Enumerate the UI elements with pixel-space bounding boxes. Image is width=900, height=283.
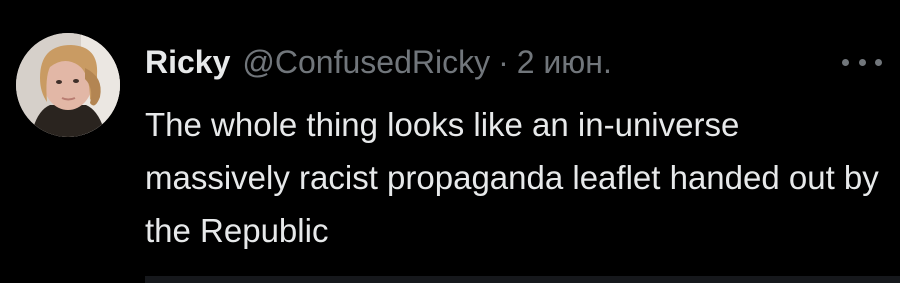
tweet-header: Ricky @ConfusedRicky · 2 июн. <box>145 40 612 84</box>
tweet-card[interactable]: Ricky @ConfusedRicky · 2 июн. The whole … <box>0 0 900 283</box>
tweet-text: The whole thing looks like an in-univers… <box>145 106 879 249</box>
separator-dot: · <box>498 43 509 80</box>
content-divider <box>145 276 900 283</box>
dot-icon <box>875 58 882 66</box>
avatar[interactable] <box>16 33 120 137</box>
display-name[interactable]: Ricky <box>145 44 230 81</box>
user-handle[interactable]: @ConfusedRicky <box>242 44 490 81</box>
timestamp[interactable]: 2 июн. <box>517 44 612 81</box>
avatar-image <box>16 33 120 137</box>
dot-icon <box>842 58 849 66</box>
more-horizontal-icon[interactable] <box>842 52 882 72</box>
dot-icon <box>858 58 866 66</box>
